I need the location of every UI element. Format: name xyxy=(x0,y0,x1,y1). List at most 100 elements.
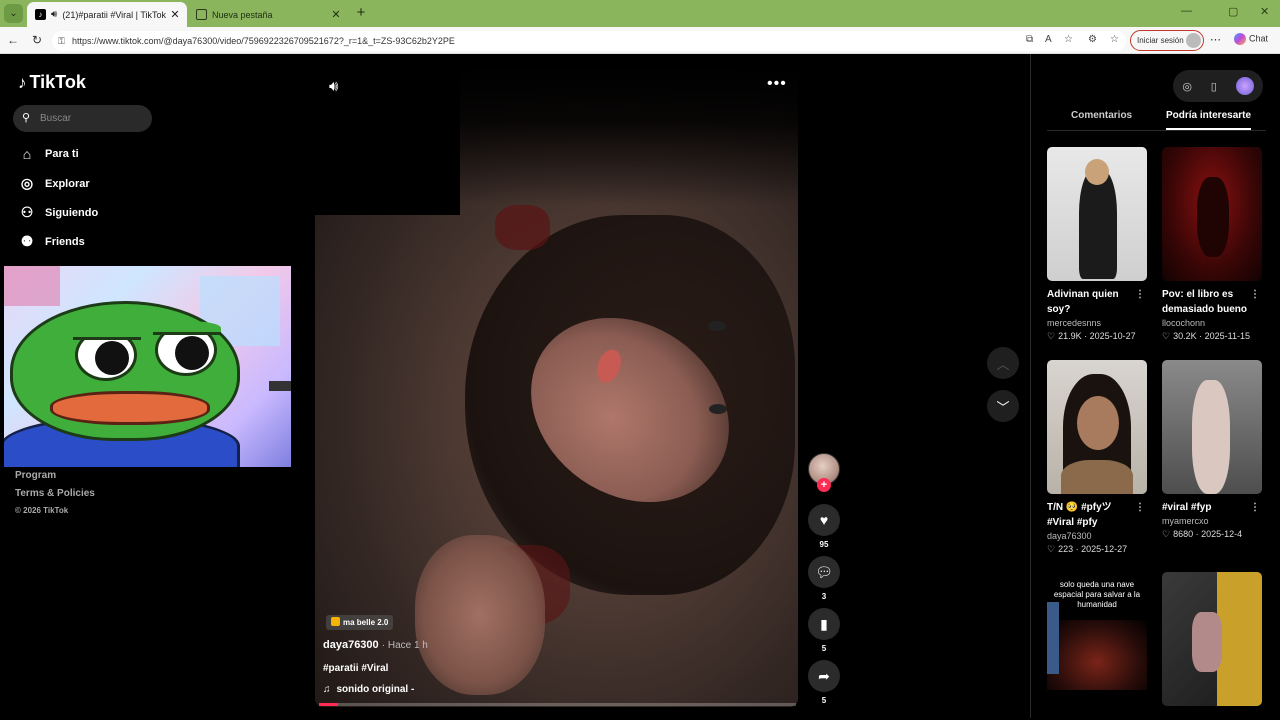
more-options-icon[interactable]: ••• xyxy=(767,75,787,93)
footer-link-terms[interactable]: Terms & Policies xyxy=(15,488,95,499)
more-options-icon[interactable]: ⋮ xyxy=(1135,500,1145,515)
share-icon: ➦ xyxy=(818,667,830,684)
video-player[interactable] xyxy=(315,65,798,707)
card-thumbnail[interactable] xyxy=(1047,147,1147,281)
card-thumbnail[interactable]: solo queda una nave espacial para salvar… xyxy=(1047,572,1147,706)
panel-tabs: Comentarios Podría interesarte xyxy=(1047,110,1266,131)
open-in-app-icon[interactable]: ⧉ xyxy=(1026,34,1033,45)
mobile-icon[interactable]: ▯ xyxy=(1211,80,1217,93)
footer-link-program[interactable]: Program xyxy=(15,470,56,481)
music-badge-label: ma belle 2.0 xyxy=(343,618,389,627)
compass-icon: ◎ xyxy=(20,175,34,191)
volume-icon[interactable]: 🔊︎ xyxy=(329,78,338,95)
recommended-card[interactable]: #viral #fyp ⋮ myamercxo ♡ 8680 · 2025-12-4 xyxy=(1162,360,1262,540)
copilot-chat-button[interactable]: Chat xyxy=(1234,33,1268,45)
tab-close-icon[interactable]: ✕ xyxy=(167,8,183,21)
tab-comentarios[interactable]: Comentarios xyxy=(1071,110,1132,121)
comment-count: 3 xyxy=(821,592,827,601)
sidebar-item-label: Explorar xyxy=(45,177,90,190)
previous-video-button[interactable]: ︿ xyxy=(987,347,1019,379)
video-sound[interactable]: ♫ sonido original - xyxy=(323,684,414,695)
recommended-card[interactable]: solo queda una nave espacial para salvar… xyxy=(1047,572,1147,706)
url-field[interactable]: ⚿ https://www.tiktok.com/@daya76300/vide… xyxy=(52,31,1126,51)
search-input[interactable]: ⚲ Buscar xyxy=(13,105,152,132)
next-video-button[interactable]: ﹀ xyxy=(987,390,1019,422)
card-meta: ♡ 223 · 2025-12-27 xyxy=(1047,544,1128,554)
site-info-icon[interactable]: ⚿ xyxy=(58,31,65,51)
recommended-card[interactable] xyxy=(1162,572,1262,706)
pepe-mouth xyxy=(50,391,210,425)
video-author[interactable]: daya76300 · Hace 1 h xyxy=(323,639,428,651)
profile-avatar[interactable] xyxy=(1235,77,1254,95)
card-date: 2025-10-27 xyxy=(1089,331,1136,341)
more-options-icon[interactable]: ⋮ xyxy=(1250,287,1260,302)
sidebar-item-label: Friends xyxy=(45,235,85,248)
card-likes: 30.2K xyxy=(1173,331,1197,341)
extensions-icon[interactable]: ⚙ xyxy=(1088,34,1097,45)
more-options-icon[interactable]: ⋮ xyxy=(1135,287,1145,302)
close-window-icon[interactable]: ✕ xyxy=(1260,5,1269,18)
favorite-star-icon[interactable]: ☆ xyxy=(1064,34,1073,45)
heart-icon: ♥ xyxy=(819,512,829,528)
recommended-card[interactable]: Pov: el libro es demasiado bueno ⋮ llococ… xyxy=(1162,147,1262,342)
compass-icon[interactable]: ◎ xyxy=(1182,80,1192,93)
read-aloud-icon[interactable]: A xyxy=(1045,34,1052,45)
tab-title: Nueva pestaña xyxy=(212,9,273,20)
card-meta: ♡ 21.9K · 2025-10-27 xyxy=(1047,331,1136,341)
like-button[interactable]: ♥ xyxy=(808,504,840,536)
sound-name: sonido original - xyxy=(336,684,415,695)
chevron-up-icon: ︿ xyxy=(996,356,1010,372)
card-thumbnail[interactable] xyxy=(1162,147,1262,281)
tab-new-tab[interactable]: Nueva pestaña ✕ xyxy=(188,2,348,27)
follow-plus-icon[interactable]: + xyxy=(817,478,831,492)
card-date: 2025-12-4 xyxy=(1201,529,1243,539)
sidebar-item-para-ti[interactable]: ⌂ Para ti xyxy=(18,146,79,162)
chevron-down-icon: ﹀ xyxy=(996,399,1010,415)
sidebar-item-explorar[interactable]: ◎ Explorar xyxy=(18,175,90,192)
new-tab-button[interactable]: + xyxy=(352,4,370,22)
card-thumbnail[interactable] xyxy=(1162,360,1262,494)
card-user: mercedesnns xyxy=(1047,318,1102,328)
tab-tiktok[interactable]: ♪ 🔊︎ (21)#paratii #Viral | TikTok ✕ xyxy=(27,2,187,27)
save-count: 5 xyxy=(821,644,827,653)
tiktok-logo[interactable]: ♪ TikTok xyxy=(18,72,86,93)
top-right-toolbar: ◎ ▯ xyxy=(1173,70,1263,102)
signin-label: Iniciar sesión xyxy=(1137,36,1184,45)
card-title: Adivinan quien soy? xyxy=(1047,289,1119,315)
music-badge[interactable]: ma belle 2.0 xyxy=(326,615,394,630)
more-options-icon[interactable]: ⋮ xyxy=(1250,500,1260,515)
video-progress-bar[interactable] xyxy=(319,703,796,706)
recommended-card[interactable]: Adivinan quien soy? ⋮ mercedesnns ♡ 21.9K … xyxy=(1047,147,1147,342)
microphone-arm xyxy=(269,381,291,391)
back-icon[interactable]: ← xyxy=(5,32,21,48)
browser-menu-icon[interactable]: ⋯ xyxy=(1210,33,1221,46)
video-hashtags[interactable]: #paratii #Viral xyxy=(323,663,388,674)
card-title: #viral #fyp xyxy=(1162,502,1212,513)
card-thumbnail[interactable] xyxy=(1047,360,1147,494)
comment-icon: 💬︎ xyxy=(815,563,833,580)
card-date: 2025-11-15 xyxy=(1204,331,1250,341)
minimize-icon[interactable]: — xyxy=(1181,5,1192,17)
tab-actions-menu-button[interactable]: ⌄ xyxy=(4,4,23,23)
signin-button[interactable]: Iniciar sesión xyxy=(1130,30,1204,51)
tab-podria-interesarte[interactable]: Podría interesarte xyxy=(1166,110,1252,130)
maximize-icon[interactable]: ▢ xyxy=(1228,5,1238,18)
save-button[interactable]: ▮ xyxy=(808,608,840,640)
browser-tabstrip: ⌄ ♪ 🔊︎ (21)#paratii #Viral | TikTok ✕ Nu… xyxy=(0,0,1280,27)
copyright: © 2026 TikTok xyxy=(15,506,69,515)
card-likes: 223 xyxy=(1058,544,1074,554)
recommended-card[interactable]: T/N 🥺 #pfyツ #Viral #pfy ⋮ daya76300 ♡ 223 … xyxy=(1047,360,1147,555)
reload-icon[interactable]: ↻ xyxy=(29,32,45,48)
post-time: · Hace 1 h xyxy=(381,640,428,651)
card-thumbnail[interactable] xyxy=(1162,572,1262,706)
favorites-icon[interactable]: ☆ xyxy=(1110,34,1119,45)
heart-icon: ♡ xyxy=(1162,529,1171,539)
share-button[interactable]: ➦ xyxy=(808,660,840,692)
heart-icon: ♡ xyxy=(1047,544,1056,554)
sidebar-item-friends[interactable]: ⚉ Friends xyxy=(18,233,85,250)
tab-close-icon[interactable]: ✕ xyxy=(328,8,344,21)
tab-audio-icon[interactable]: 🔊︎ xyxy=(51,9,57,20)
sidebar-item-siguiendo[interactable]: ⚇ Siguiendo xyxy=(18,204,98,221)
comment-button[interactable]: 💬︎ xyxy=(808,556,840,588)
profile-avatar-icon xyxy=(1186,33,1201,48)
